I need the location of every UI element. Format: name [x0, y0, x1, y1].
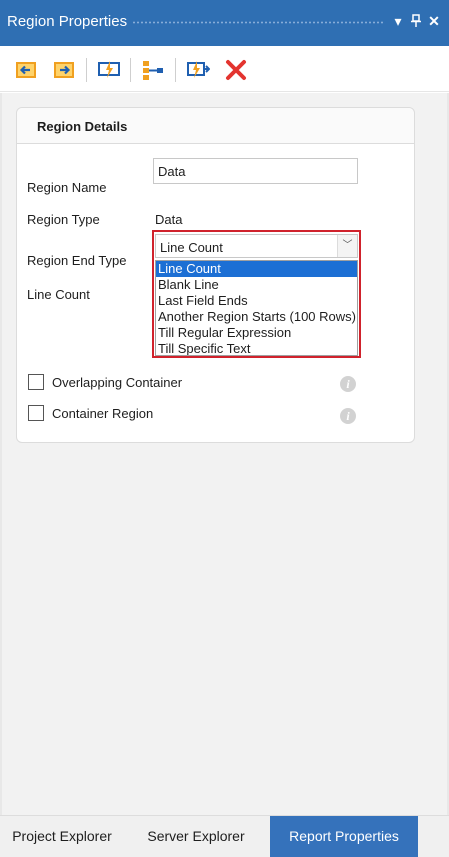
- delete-icon[interactable]: [224, 58, 248, 82]
- chevron-down-icon[interactable]: ﹀: [337, 235, 357, 257]
- container-region-checkbox[interactable]: [28, 405, 44, 421]
- region-details-header: Region Details: [17, 108, 414, 144]
- region-name-input[interactable]: Data: [153, 158, 358, 184]
- hierarchy-icon[interactable]: [141, 58, 165, 82]
- title-bar-grip[interactable]: [132, 20, 384, 25]
- panel-title-bar: Region Properties ▾ ✕: [0, 0, 449, 46]
- close-icon[interactable]: ✕: [427, 11, 441, 31]
- region-type-label: Region Type: [27, 212, 100, 227]
- tab-server-explorer[interactable]: Server Explorer: [132, 816, 260, 857]
- toolbar-separator: [86, 58, 87, 82]
- arrow-left-icon[interactable]: [14, 58, 38, 82]
- container-region-label: Container Region: [52, 406, 154, 421]
- toolbar: [0, 46, 449, 92]
- toolbar-separator: [175, 58, 176, 82]
- dropdown-option[interactable]: Blank Line: [156, 277, 357, 293]
- region-details-card: Region Details Region Name Data Region T…: [16, 107, 415, 443]
- dropdown-option[interactable]: Line Count: [156, 261, 357, 277]
- dropdown-option[interactable]: Till Specific Text: [156, 341, 357, 355]
- overlapping-container-checkbox[interactable]: [28, 374, 44, 390]
- panel-title: Region Properties: [7, 13, 128, 30]
- region-end-type-select[interactable]: Line Count ﹀: [155, 234, 358, 258]
- region-end-type-label: Region End Type: [27, 253, 127, 268]
- overlapping-container-label: Overlapping Container: [52, 375, 183, 390]
- pin-icon[interactable]: [409, 11, 423, 33]
- region-end-type-dropdown: Line Count Blank Line Last Field Ends An…: [155, 260, 358, 356]
- region-details-title: Region Details: [37, 119, 128, 134]
- lightning-icon[interactable]: [97, 58, 121, 82]
- dropdown-option[interactable]: Last Field Ends: [156, 293, 357, 309]
- dropdown-option[interactable]: Till Regular Expression: [156, 325, 357, 341]
- properties-content: Region Details Region Name Data Region T…: [0, 93, 449, 815]
- panel-dropdown-icon[interactable]: ▾: [391, 11, 405, 31]
- bottom-tab-bar: Project Explorer Server Explorer Report …: [0, 815, 449, 857]
- tab-report-properties[interactable]: Report Properties: [270, 816, 418, 857]
- region-type-value: Data: [155, 212, 183, 227]
- line-count-label: Line Count: [27, 287, 90, 302]
- dropdown-option[interactable]: Another Region Starts (100 Rows): [156, 309, 357, 325]
- tab-project-explorer[interactable]: Project Explorer: [0, 816, 124, 857]
- lightning-arrow-icon[interactable]: [186, 58, 210, 82]
- arrow-right-icon[interactable]: [52, 58, 76, 82]
- toolbar-separator: [130, 58, 131, 82]
- info-icon[interactable]: i: [340, 408, 356, 424]
- region-name-label: Region Name: [27, 180, 107, 195]
- region-end-type-value: Line Count: [160, 240, 223, 255]
- info-icon[interactable]: i: [340, 376, 356, 392]
